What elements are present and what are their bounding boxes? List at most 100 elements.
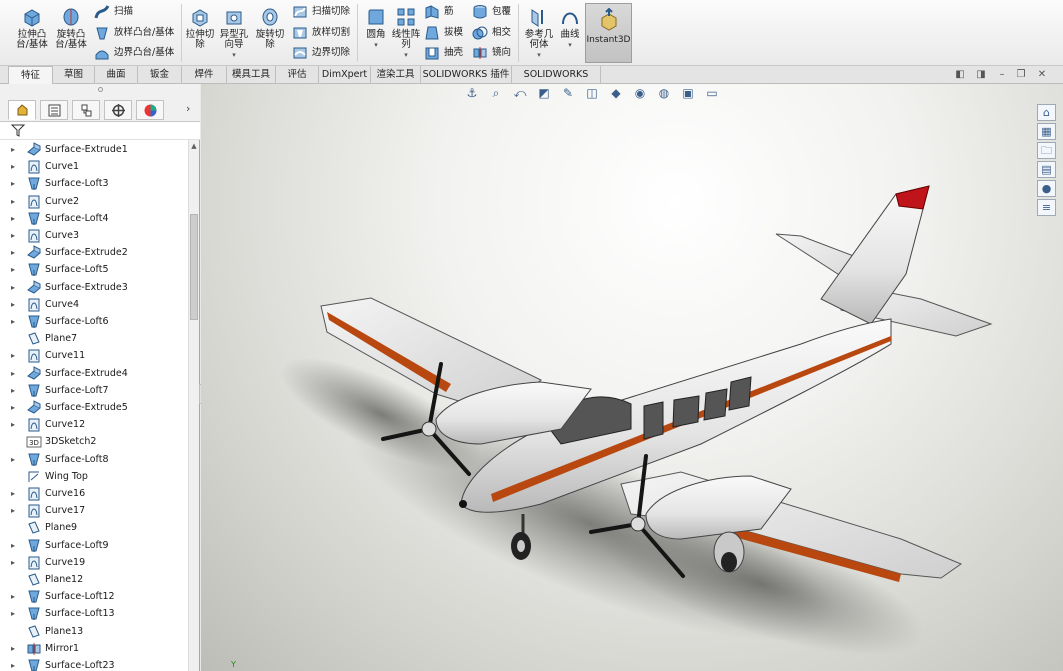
tree-item[interactable]: ▸ Surface-Loft4: [0, 210, 188, 227]
dropdown-arrow-icon[interactable]: ▾: [232, 51, 236, 59]
tree-item[interactable]: ▸ Surface-Extrude2: [0, 244, 188, 261]
expand-arrow-icon[interactable]: ▸: [11, 588, 15, 605]
tab-sketch[interactable]: 草图: [53, 66, 95, 84]
expand-arrow-icon[interactable]: ▸: [11, 365, 15, 382]
intersect-button[interactable]: 相交: [472, 24, 511, 42]
revolve-boss-button[interactable]: 旋转凸 台/基体: [49, 6, 93, 62]
expand-arrow-icon[interactable]: ▸: [11, 416, 15, 433]
tree-item[interactable]: ▸ Surface-Extrude5: [0, 399, 188, 416]
expand-arrow-icon[interactable]: ▸: [11, 657, 15, 671]
tree-item[interactable]: Plane7: [0, 330, 188, 347]
mirror-button[interactable]: 镜向: [472, 44, 511, 62]
tab-surfaces[interactable]: 曲面: [95, 66, 138, 84]
tree-item[interactable]: ▸ Surface-Loft5: [0, 261, 188, 278]
linear-pattern-button[interactable]: 线性阵 列 ▾: [384, 6, 428, 62]
graphics-area[interactable]: ⚓ ⌕ ⤺ ◩ ✎ ◫ ◆ ◉ ◍ ▣ ▭ ⌂ ▦ 🗀 ▤ ● ≡ Y: [201, 84, 1063, 671]
tab-feature-manager[interactable]: [8, 100, 36, 120]
expand-arrow-icon[interactable]: ▸: [11, 210, 15, 227]
expand-arrow-icon[interactable]: ▸: [11, 605, 15, 622]
tree-item[interactable]: ▸ Curve12: [0, 416, 188, 433]
tree-item[interactable]: ▸ Surface-Loft12: [0, 588, 188, 605]
tab-mold-tools[interactable]: 模具工具: [227, 66, 276, 84]
expand-arrow-icon[interactable]: ▸: [11, 382, 15, 399]
tree-item[interactable]: ▸ Surface-Extrude4: [0, 365, 188, 382]
boundary-cut-button[interactable]: 边界切除: [292, 44, 350, 62]
tree-item[interactable]: Plane13: [0, 623, 188, 640]
tree-item[interactable]: Wing Top: [0, 468, 188, 485]
scrollbar-thumb[interactable]: [190, 214, 198, 320]
dropdown-arrow-icon[interactable]: ▾: [404, 51, 408, 59]
tree-item[interactable]: ▸ Surface-Loft3: [0, 175, 188, 192]
dropdown-arrow-icon[interactable]: ▾: [537, 51, 541, 59]
tree-item[interactable]: ▸ Mirror1: [0, 640, 188, 657]
tab-features[interactable]: 特征: [8, 66, 53, 85]
dropdown-arrow-icon[interactable]: ▾: [568, 41, 572, 49]
tree-item[interactable]: ▸ Surface-Loft23: [0, 657, 188, 671]
expand-arrow-icon[interactable]: ▸: [11, 451, 15, 468]
expand-arrow-icon[interactable]: ▸: [11, 347, 15, 364]
tree-item[interactable]: Plane12: [0, 571, 188, 588]
expand-arrow-icon[interactable]: ▸: [11, 193, 15, 210]
tab-sheet-metal[interactable]: 钣金: [138, 66, 182, 84]
tab-property-manager[interactable]: [40, 100, 68, 120]
tree-item[interactable]: ▸ Curve16: [0, 485, 188, 502]
close-icon[interactable]: ✕: [1036, 69, 1048, 81]
tab-dimxpert-manager[interactable]: [104, 100, 132, 120]
tab-solidworks-addins[interactable]: SOLIDWORKS 插件: [421, 66, 512, 84]
tree-item[interactable]: ▸ Surface-Loft13: [0, 605, 188, 622]
expand-arrow-icon[interactable]: ▸: [11, 141, 15, 158]
tree-item[interactable]: ▸ Curve3: [0, 227, 188, 244]
tree-scrollbar[interactable]: ▲: [188, 140, 199, 671]
wrap-button[interactable]: 包覆: [472, 3, 511, 21]
tab-weldments[interactable]: 焊件: [182, 66, 227, 84]
tree-item[interactable]: ▸ Surface-Loft6: [0, 313, 188, 330]
tree-item[interactable]: ▸ Surface-Extrude1: [0, 141, 188, 158]
filter-icon[interactable]: [11, 124, 25, 137]
tab-render-tools[interactable]: 渲染工具: [371, 66, 421, 84]
extrude-boss-button[interactable]: 拉伸凸 台/基体: [10, 6, 54, 62]
tree-item[interactable]: ▸ Curve11: [0, 347, 188, 364]
expand-arrow-icon[interactable]: ▸: [11, 175, 15, 192]
expand-arrow-icon[interactable]: ▸: [11, 399, 15, 416]
lofted-cut-button[interactable]: 放样切割: [292, 24, 350, 42]
restore-icon[interactable]: ❐: [1015, 69, 1027, 81]
swept-cut-button[interactable]: 扫描切除: [292, 3, 350, 21]
shell-button[interactable]: 抽壳: [424, 44, 463, 62]
tree-item[interactable]: ▸ Curve1: [0, 158, 188, 175]
sweep-button[interactable]: 扫描: [94, 3, 133, 21]
boundary-boss-button[interactable]: 边界凸台/基体: [94, 44, 174, 62]
expand-arrow-icon[interactable]: ▸: [11, 296, 15, 313]
minimize-icon[interactable]: –: [996, 69, 1008, 81]
tree-item[interactable]: ▸ Curve2: [0, 193, 188, 210]
tree-item[interactable]: ▸ Curve17: [0, 502, 188, 519]
tab-display-manager[interactable]: [136, 100, 164, 120]
tree-filter-bar[interactable]: [0, 122, 200, 140]
tree-item[interactable]: ▸ Surface-Loft9: [0, 537, 188, 554]
instant3d-button[interactable]: Instant3D: [585, 3, 632, 63]
tree-item[interactable]: ▸ Surface-Loft7: [0, 382, 188, 399]
chevron-right-icon[interactable]: ›: [186, 102, 190, 115]
dropdown-arrow-icon[interactable]: ▾: [374, 41, 378, 49]
expand-arrow-icon[interactable]: ▸: [11, 261, 15, 278]
tab-dimxpert[interactable]: DimXpert: [319, 66, 371, 84]
expand-arrow-icon[interactable]: ▸: [11, 227, 15, 244]
expand-arrow-icon[interactable]: ▸: [11, 485, 15, 502]
expand-arrow-icon[interactable]: ▸: [11, 502, 15, 519]
expand-arrow-icon[interactable]: ▸: [11, 640, 15, 657]
tree-item[interactable]: ▸ Curve19: [0, 554, 188, 571]
draft-button[interactable]: 拔模: [424, 24, 463, 42]
expand-arrow-icon[interactable]: ▸: [11, 554, 15, 571]
scroll-up-icon[interactable]: ▲: [189, 142, 199, 152]
expand-arrow-icon[interactable]: ▸: [11, 313, 15, 330]
tree-item[interactable]: 3D 3DSketch2: [0, 433, 188, 450]
tree-item[interactable]: Plane9: [0, 519, 188, 536]
tile-left-icon[interactable]: ◧: [954, 69, 966, 81]
tab-configuration-manager[interactable]: [72, 100, 100, 120]
expand-arrow-icon[interactable]: ▸: [11, 537, 15, 554]
airplane-model[interactable]: [201, 84, 1063, 671]
tab-evaluate[interactable]: 评估: [276, 66, 319, 84]
panel-grip-icon[interactable]: [98, 87, 103, 92]
rib-button[interactable]: 筋: [424, 3, 454, 21]
tree-item[interactable]: ▸ Surface-Extrude3: [0, 279, 188, 296]
loft-boss-button[interactable]: 放样凸台/基体: [94, 24, 174, 42]
